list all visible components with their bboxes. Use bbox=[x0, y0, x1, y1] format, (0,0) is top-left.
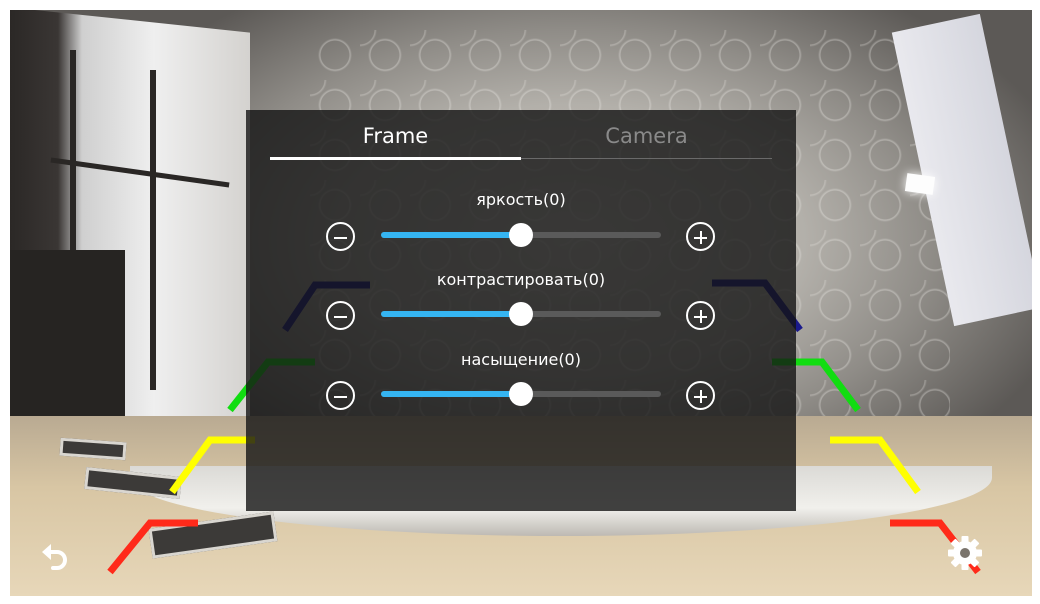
tab-active-indicator bbox=[270, 157, 521, 160]
camera-screen: Frame Camera яркость(0) контрастировать(… bbox=[10, 10, 1032, 596]
brightness-label: яркость(0) bbox=[476, 190, 566, 209]
minus-icon bbox=[334, 315, 347, 318]
brightness-plus-button[interactable] bbox=[686, 222, 715, 251]
tab-bar: Frame Camera bbox=[270, 120, 772, 160]
saturation-slider[interactable] bbox=[381, 382, 661, 406]
saturation-minus-button[interactable] bbox=[326, 381, 355, 410]
contrast-minus-button[interactable] bbox=[326, 301, 355, 330]
settings-button[interactable] bbox=[945, 533, 985, 573]
tab-camera[interactable]: Camera bbox=[521, 120, 772, 160]
saturation-label: насыщение(0) bbox=[461, 350, 581, 369]
saturation-slider-thumb[interactable] bbox=[509, 382, 533, 406]
brightness-slider-thumb[interactable] bbox=[509, 223, 533, 247]
minus-icon bbox=[334, 395, 347, 398]
contrast-slider-fill bbox=[381, 311, 521, 317]
gear-icon bbox=[948, 536, 982, 570]
image-settings-panel: Frame Camera яркость(0) контрастировать(… bbox=[246, 110, 796, 511]
brightness-minus-button[interactable] bbox=[326, 222, 355, 251]
contrast-plus-button[interactable] bbox=[686, 301, 715, 330]
contrast-slider-thumb[interactable] bbox=[509, 302, 533, 326]
brightness-slider-fill bbox=[381, 232, 521, 238]
back-arrow-icon bbox=[42, 544, 67, 570]
tab-frame[interactable]: Frame bbox=[270, 120, 521, 160]
saturation-slider-fill bbox=[381, 391, 521, 397]
guide-line-red-left bbox=[107, 519, 198, 575]
contrast-label: контрастировать(0) bbox=[436, 270, 606, 289]
guide-line-yellow-left bbox=[169, 436, 255, 495]
contrast-slider[interactable] bbox=[381, 302, 661, 326]
saturation-plus-button[interactable] bbox=[686, 381, 715, 410]
back-button[interactable] bbox=[37, 538, 73, 574]
guide-line-yellow-right bbox=[830, 436, 921, 495]
brightness-slider[interactable] bbox=[381, 223, 661, 247]
minus-icon bbox=[334, 236, 347, 239]
